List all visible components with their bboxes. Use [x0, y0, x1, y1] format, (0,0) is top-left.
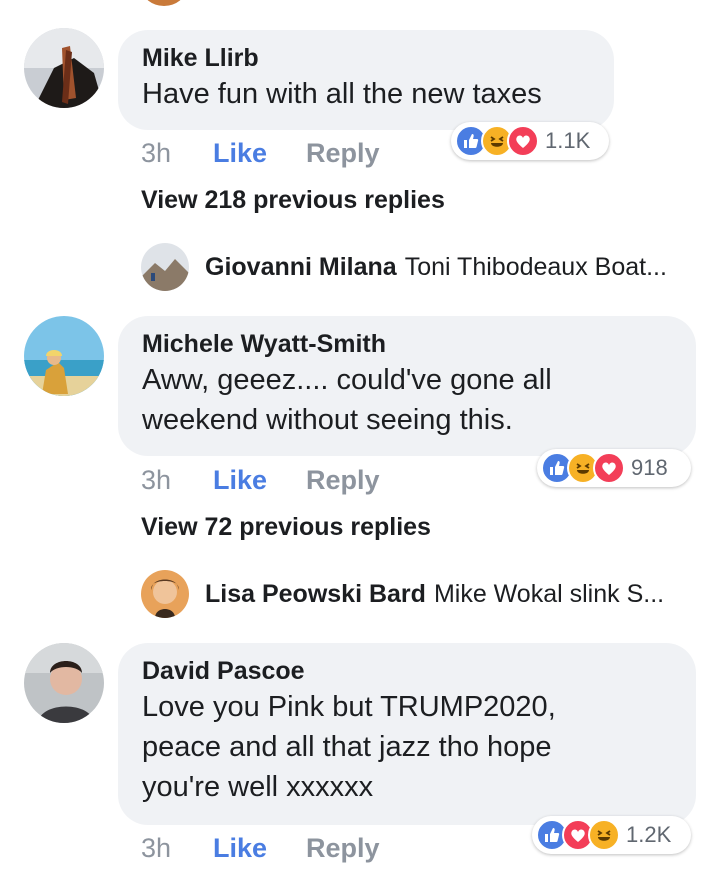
comment-author[interactable]: David Pascoe — [142, 655, 672, 687]
reply-avatar — [141, 570, 189, 618]
comment-author[interactable]: Mike Llirb — [142, 42, 590, 74]
reply-button[interactable]: Reply — [306, 465, 380, 496]
love-icon — [507, 125, 539, 157]
reply-preview[interactable]: Lisa Peowski Bard Mike Wokal slink S... — [141, 570, 664, 618]
like-button[interactable]: Like — [213, 138, 306, 169]
reaction-count: 1.1K — [545, 128, 591, 153]
reply-preview[interactable]: Giovanni Milana Toni Thibodeaux Boat... — [141, 243, 667, 291]
comment-time[interactable]: 3h — [141, 138, 213, 169]
comment-actions: 3h Like Reply — [141, 135, 380, 171]
reaction-count: 918 — [631, 455, 668, 480]
like-button[interactable]: Like — [213, 465, 306, 496]
reaction-summary[interactable]: 1.2K — [532, 816, 691, 854]
comment-actions: 3h Like Reply — [141, 830, 380, 866]
avatar[interactable] — [24, 316, 104, 396]
comment-text-line: weekend without seeing this. — [142, 404, 513, 436]
reply-button[interactable]: Reply — [306, 138, 380, 169]
comment-time[interactable]: 3h — [141, 465, 213, 496]
reply-author: Lisa Peowski Bard — [205, 579, 426, 608]
comment-bubble: David Pascoe Love you Pink but TRUMP2020… — [118, 643, 696, 825]
comment-text-line: Have fun with all the new taxes — [142, 78, 542, 110]
comment-actions: 3h Like Reply — [141, 462, 380, 498]
like-button[interactable]: Like — [213, 833, 306, 864]
comment-bubble: Mike Llirb Have fun with all the new tax… — [118, 30, 614, 130]
reaction-summary[interactable]: 1.1K — [451, 122, 609, 160]
previous-avatar-fragment — [142, 0, 186, 6]
view-previous-replies-link[interactable]: View 72 previous replies — [141, 513, 431, 542]
reaction-count: 1.2K — [626, 822, 672, 847]
comment-author[interactable]: Michele Wyatt-Smith — [142, 328, 672, 360]
comment-text-line: peace and all that jazz tho hope — [142, 731, 552, 763]
reply-snippet: Toni Thibodeaux Boat... — [404, 252, 667, 281]
avatar[interactable] — [24, 28, 104, 108]
reply-button[interactable]: Reply — [306, 833, 380, 864]
comment-text-line: you're well xxxxxx — [142, 771, 374, 803]
haha-icon — [588, 819, 620, 851]
comment-bubble: Michele Wyatt-Smith Aww, geeez.... could… — [118, 316, 696, 456]
reply-snippet: Mike Wokal slink S... — [433, 579, 665, 608]
love-icon — [593, 452, 625, 484]
comment-time[interactable]: 3h — [141, 833, 213, 864]
comment-text-line: Love you Pink but TRUMP2020, — [142, 691, 556, 723]
view-previous-replies-link[interactable]: View 218 previous replies — [141, 186, 445, 215]
reaction-summary[interactable]: 918 — [537, 449, 691, 487]
reply-avatar — [141, 243, 189, 291]
comment-text-line: Aww, geeez.... could've gone all — [142, 364, 552, 396]
avatar[interactable] — [24, 643, 104, 723]
reply-author: Giovanni Milana — [205, 252, 397, 281]
